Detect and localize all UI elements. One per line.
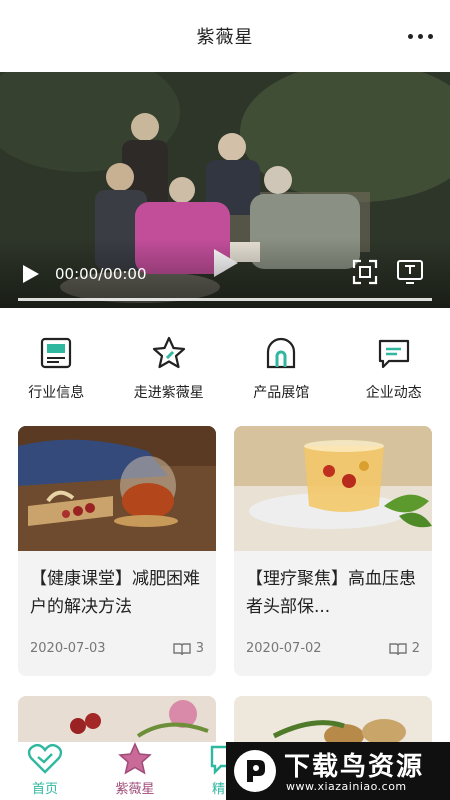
read-count: 3: [195, 641, 204, 656]
quicknav-label: 走进紫薇星: [133, 385, 204, 401]
tab-brand[interactable]: 紫薇星: [90, 742, 180, 800]
article-date: 2020-07-03: [30, 641, 106, 656]
quicknav-label: 企业动态: [365, 385, 422, 401]
page-title: 紫薇星: [196, 27, 254, 48]
quicknav-about[interactable]: 走进紫薇星: [113, 316, 226, 412]
small-play-icon[interactable]: [22, 264, 40, 284]
quick-nav: 行业信息 走进紫薇星 产品展馆 企业动态: [0, 316, 450, 412]
arch-icon: [267, 337, 296, 369]
article-image: [234, 426, 432, 551]
fullscreen-icon[interactable]: [352, 259, 378, 285]
star-icon: [152, 336, 185, 369]
star-icon: [118, 742, 152, 775]
quicknav-industry-news[interactable]: 行业信息: [0, 316, 113, 412]
watermark-text: 下载鸟资源: [284, 752, 425, 782]
watermark: 下载鸟资源 www.xiazainiao.com: [226, 742, 450, 800]
article-title: 【健康课堂】减肥困难户的解决方法: [30, 569, 200, 617]
more-dots-icon[interactable]: [404, 22, 436, 50]
top-bar: 紫薇星: [0, 0, 450, 72]
cast-tv-icon[interactable]: [396, 259, 424, 285]
video-player[interactable]: 00:00/00:00: [0, 72, 450, 308]
tab-label: 首页: [31, 782, 58, 797]
article-title: 【理疗聚焦】高血压患者头部保...: [246, 569, 416, 617]
quicknav-company-news[interactable]: 企业动态: [338, 316, 450, 412]
tab-label: 紫薇星: [115, 782, 155, 797]
video-time: 00:00/00:00: [55, 265, 147, 283]
read-count: 2: [411, 641, 420, 656]
article-date: 2020-07-02: [246, 641, 322, 656]
book-icon: [389, 642, 407, 655]
article-card[interactable]: 【理疗聚焦】高血压患者头部保... 2020-07-02 2: [234, 426, 432, 676]
quicknav-label: 产品展馆: [253, 385, 310, 401]
quicknav-label: 行业信息: [28, 385, 85, 401]
heart-icon: [27, 743, 63, 774]
chat-icon: [378, 339, 409, 369]
video-progress-bar[interactable]: [18, 298, 432, 301]
watermark-logo-icon: [234, 750, 276, 792]
watermark-url: www.xiazainiao.com: [286, 780, 407, 793]
quicknav-products[interactable]: 产品展馆: [225, 316, 338, 412]
article-image: [18, 426, 216, 551]
book-icon: [173, 642, 191, 655]
article-card[interactable]: 【健康课堂】减肥困难户的解决方法 2020-07-03 3: [18, 426, 216, 676]
news-icon: [41, 337, 72, 369]
tab-home[interactable]: 首页: [0, 742, 90, 800]
